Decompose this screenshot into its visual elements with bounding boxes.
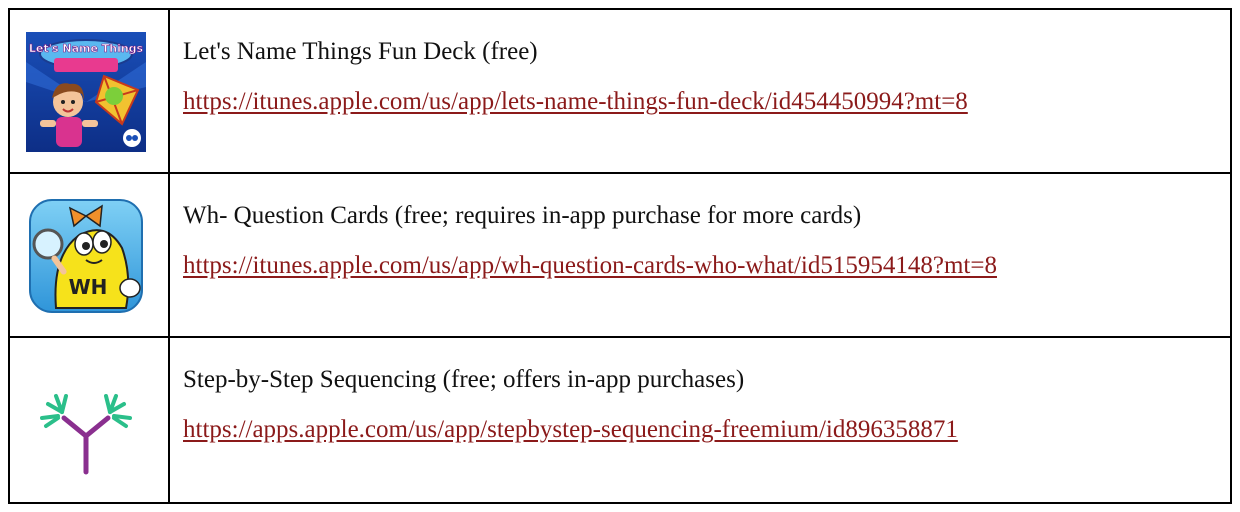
app-title: Let's Name Things Fun Deck (free) xyxy=(183,38,538,65)
table-row: WH Wh- Question Cards (free; requires in… xyxy=(8,172,1232,338)
table-row: Step-by-Step Sequencing (free; offers in… xyxy=(8,336,1232,504)
app-title: Step-by-Step Sequencing (free; offers in… xyxy=(183,366,745,393)
app-store-link[interactable]: https://itunes.apple.com/us/app/lets-nam… xyxy=(183,86,968,118)
table-row: Let's Name Things Let's Name Things Fun … xyxy=(8,8,1232,174)
icon-wh-text: WH xyxy=(69,275,108,299)
app-info-cell: Step-by-Step Sequencing (free; offers in… xyxy=(168,336,1232,504)
lets-name-things-app-icon: Let's Name Things xyxy=(26,32,146,152)
icon-cell: Let's Name Things xyxy=(8,8,170,174)
app-store-link[interactable]: https://apps.apple.com/us/app/stepbystep… xyxy=(183,414,958,446)
app-info-cell: Let's Name Things Fun Deck (free) https:… xyxy=(168,8,1232,174)
icon-title-text: Let's Name Things xyxy=(29,42,144,55)
apps-table: Let's Name Things Let's Name Things Fun … xyxy=(8,8,1232,504)
app-info-cell: Wh- Question Cards (free; requires in-ap… xyxy=(168,172,1232,338)
icon-cell xyxy=(8,336,170,504)
app-store-link[interactable]: https://itunes.apple.com/us/app/wh-quest… xyxy=(183,250,997,282)
app-title: Wh- Question Cards (free; requires in-ap… xyxy=(183,202,862,229)
step-by-step-sequencing-app-icon xyxy=(40,394,132,475)
icon-cell: WH xyxy=(8,172,170,338)
wh-question-cards-app-icon: WH xyxy=(29,199,143,313)
